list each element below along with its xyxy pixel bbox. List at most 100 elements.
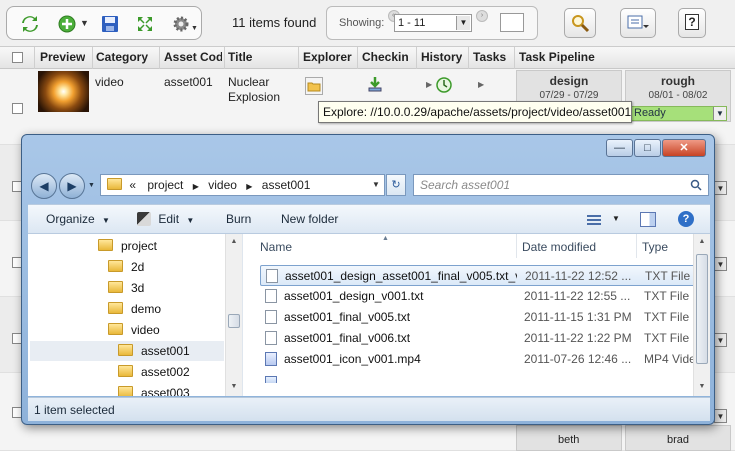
- showing-label: Showing:: [339, 17, 385, 29]
- folder-icon: [118, 386, 133, 396]
- search-input[interactable]: Search asset001: [413, 174, 709, 196]
- file-row[interactable]: asset001_design_asset001_final_v005.txt_…: [260, 265, 702, 286]
- scroll-down-icon[interactable]: ▼: [228, 381, 240, 393]
- history-icon[interactable]: [435, 76, 453, 94]
- help-icon[interactable]: ?: [678, 211, 694, 227]
- gear-icon[interactable]: [171, 14, 191, 34]
- view-details-icon[interactable]: [587, 214, 601, 226]
- page-number-input[interactable]: [500, 13, 524, 32]
- tree-item-video[interactable]: video: [108, 320, 160, 340]
- range-select[interactable]: 1 - 11 ▼: [394, 14, 472, 32]
- refresh-button[interactable]: ↻: [386, 174, 406, 196]
- tree-item-asset002[interactable]: asset002: [118, 362, 190, 382]
- file-row[interactable]: asset001_design_v001.txt 2011-11-22 12:5…: [260, 286, 702, 307]
- burn-button[interactable]: Burn: [226, 212, 251, 226]
- column-header-type[interactable]: Type: [642, 240, 668, 254]
- scroll-thumb[interactable]: [696, 254, 708, 364]
- forward-button[interactable]: ▶: [59, 173, 85, 199]
- add-icon[interactable]: [57, 14, 77, 34]
- file-row[interactable]: asset001_final_v006.txt 2011-11-22 1:22 …: [260, 328, 702, 349]
- recent-pages-dropdown-icon[interactable]: ▼: [88, 182, 95, 189]
- task-status-dropdown[interactable]: ▼: [714, 257, 727, 271]
- row-checkbox[interactable]: [12, 103, 23, 114]
- tree-item-2d[interactable]: 2d: [108, 257, 144, 277]
- folder-icon: [98, 239, 113, 251]
- scroll-thumb[interactable]: [228, 314, 240, 328]
- column-header-task-pipeline[interactable]: Task Pipeline: [519, 50, 595, 64]
- file-type: MP4 Vide: [644, 352, 696, 366]
- column-header-explorer[interactable]: Explorer: [303, 50, 352, 64]
- file-type: TXT File: [644, 331, 690, 345]
- search-icon: [572, 15, 590, 33]
- column-header-name[interactable]: Name: [260, 240, 292, 254]
- file-list-scrollbar[interactable]: ▲ ▼: [693, 234, 710, 396]
- column-header-checkin[interactable]: Checkin: [362, 50, 409, 64]
- task-status-select[interactable]: Ready ▼: [630, 106, 727, 121]
- folder-explore-icon[interactable]: [305, 77, 323, 95]
- assignee-label: beth: [558, 434, 580, 446]
- column-header-tasks[interactable]: Tasks: [473, 50, 506, 64]
- tree-item-demo[interactable]: demo: [108, 299, 161, 319]
- chevron-down-icon[interactable]: ▼: [368, 175, 384, 195]
- task-status-dropdown[interactable]: ▼: [714, 409, 727, 423]
- tasks-expand-icon[interactable]: ▶: [478, 80, 484, 89]
- task-status-dropdown[interactable]: ▼: [714, 333, 727, 347]
- file-row[interactable]: asset001_final_v005.txt 2011-11-15 1:31 …: [260, 307, 702, 328]
- breadcrumb-separator-icon[interactable]: ▶: [246, 182, 252, 191]
- search-button[interactable]: [564, 8, 596, 38]
- column-header-category[interactable]: Category: [96, 50, 148, 64]
- file-row-partial[interactable]: [260, 373, 702, 383]
- folder-icon: [118, 344, 133, 356]
- minimize-button[interactable]: —: [606, 139, 633, 157]
- column-header-history[interactable]: History: [421, 50, 462, 64]
- file-row[interactable]: asset001_icon_v001.mp4 2011-07-26 12:46 …: [260, 349, 702, 370]
- breadcrumb-overflow[interactable]: «: [129, 178, 136, 192]
- edit-menu[interactable]: Edit ▼: [137, 212, 194, 226]
- select-all-checkbox[interactable]: [12, 52, 23, 63]
- expand-icon[interactable]: [135, 14, 155, 34]
- column-header-title[interactable]: Title: [228, 50, 252, 64]
- column-header-asset-code[interactable]: Asset Code: [164, 50, 222, 64]
- new-folder-button[interactable]: New folder: [281, 212, 338, 226]
- help-icon: ?: [685, 14, 699, 30]
- file-date: 2011-11-22 12:55 ...: [524, 289, 631, 303]
- text-file-icon: [266, 269, 278, 283]
- column-header-preview[interactable]: Preview: [40, 50, 85, 64]
- scroll-down-icon[interactable]: ▼: [696, 381, 708, 393]
- tree-item-label: 2d: [131, 260, 145, 274]
- gear-dropdown-arrow-icon[interactable]: ▼: [191, 25, 198, 32]
- view-options-button[interactable]: [620, 8, 656, 38]
- refresh-icon[interactable]: [20, 14, 40, 34]
- preview-thumbnail[interactable]: [38, 71, 89, 112]
- help-button[interactable]: ?: [678, 8, 706, 38]
- scroll-up-icon[interactable]: ▲: [696, 236, 708, 248]
- tree-item-3d[interactable]: 3d: [108, 278, 144, 298]
- tree-item-project[interactable]: project: [98, 236, 157, 256]
- breadcrumb-video[interactable]: video: [208, 178, 237, 192]
- organize-menu[interactable]: Organize ▼: [46, 212, 110, 226]
- address-bar[interactable]: « project ▶ video ▶ asset001 ▼: [100, 174, 385, 196]
- task-status-dropdown[interactable]: ▼: [714, 181, 727, 195]
- back-button[interactable]: ◀: [31, 173, 57, 199]
- row-asset-code: asset001: [164, 75, 213, 89]
- navigation-scrollbar[interactable]: ▲ ▼: [225, 234, 242, 396]
- history-expand-icon[interactable]: ▶: [426, 80, 432, 89]
- preview-pane-icon[interactable]: [640, 212, 656, 227]
- save-icon[interactable]: [100, 14, 120, 34]
- tree-item-asset003[interactable]: asset003: [118, 383, 190, 396]
- folder-icon: [118, 365, 133, 377]
- range-select-value: 1 - 11: [398, 17, 426, 29]
- checkin-icon[interactable]: [366, 75, 384, 93]
- close-button[interactable]: ✕: [662, 139, 706, 157]
- column-header-date-modified[interactable]: Date modified: [522, 240, 596, 254]
- search-icon[interactable]: [690, 179, 702, 191]
- breadcrumb-asset001[interactable]: asset001: [262, 178, 311, 192]
- next-page-icon[interactable]: ›: [476, 10, 488, 22]
- breadcrumb-project[interactable]: project: [147, 178, 183, 192]
- add-dropdown-arrow-icon[interactable]: ▼: [80, 18, 89, 28]
- maximize-button[interactable]: □: [634, 139, 661, 157]
- view-dropdown-icon[interactable]: ▼: [612, 214, 620, 223]
- scroll-up-icon[interactable]: ▲: [228, 236, 240, 248]
- tree-item-asset001[interactable]: asset001: [30, 341, 224, 361]
- breadcrumb-separator-icon[interactable]: ▶: [193, 182, 199, 191]
